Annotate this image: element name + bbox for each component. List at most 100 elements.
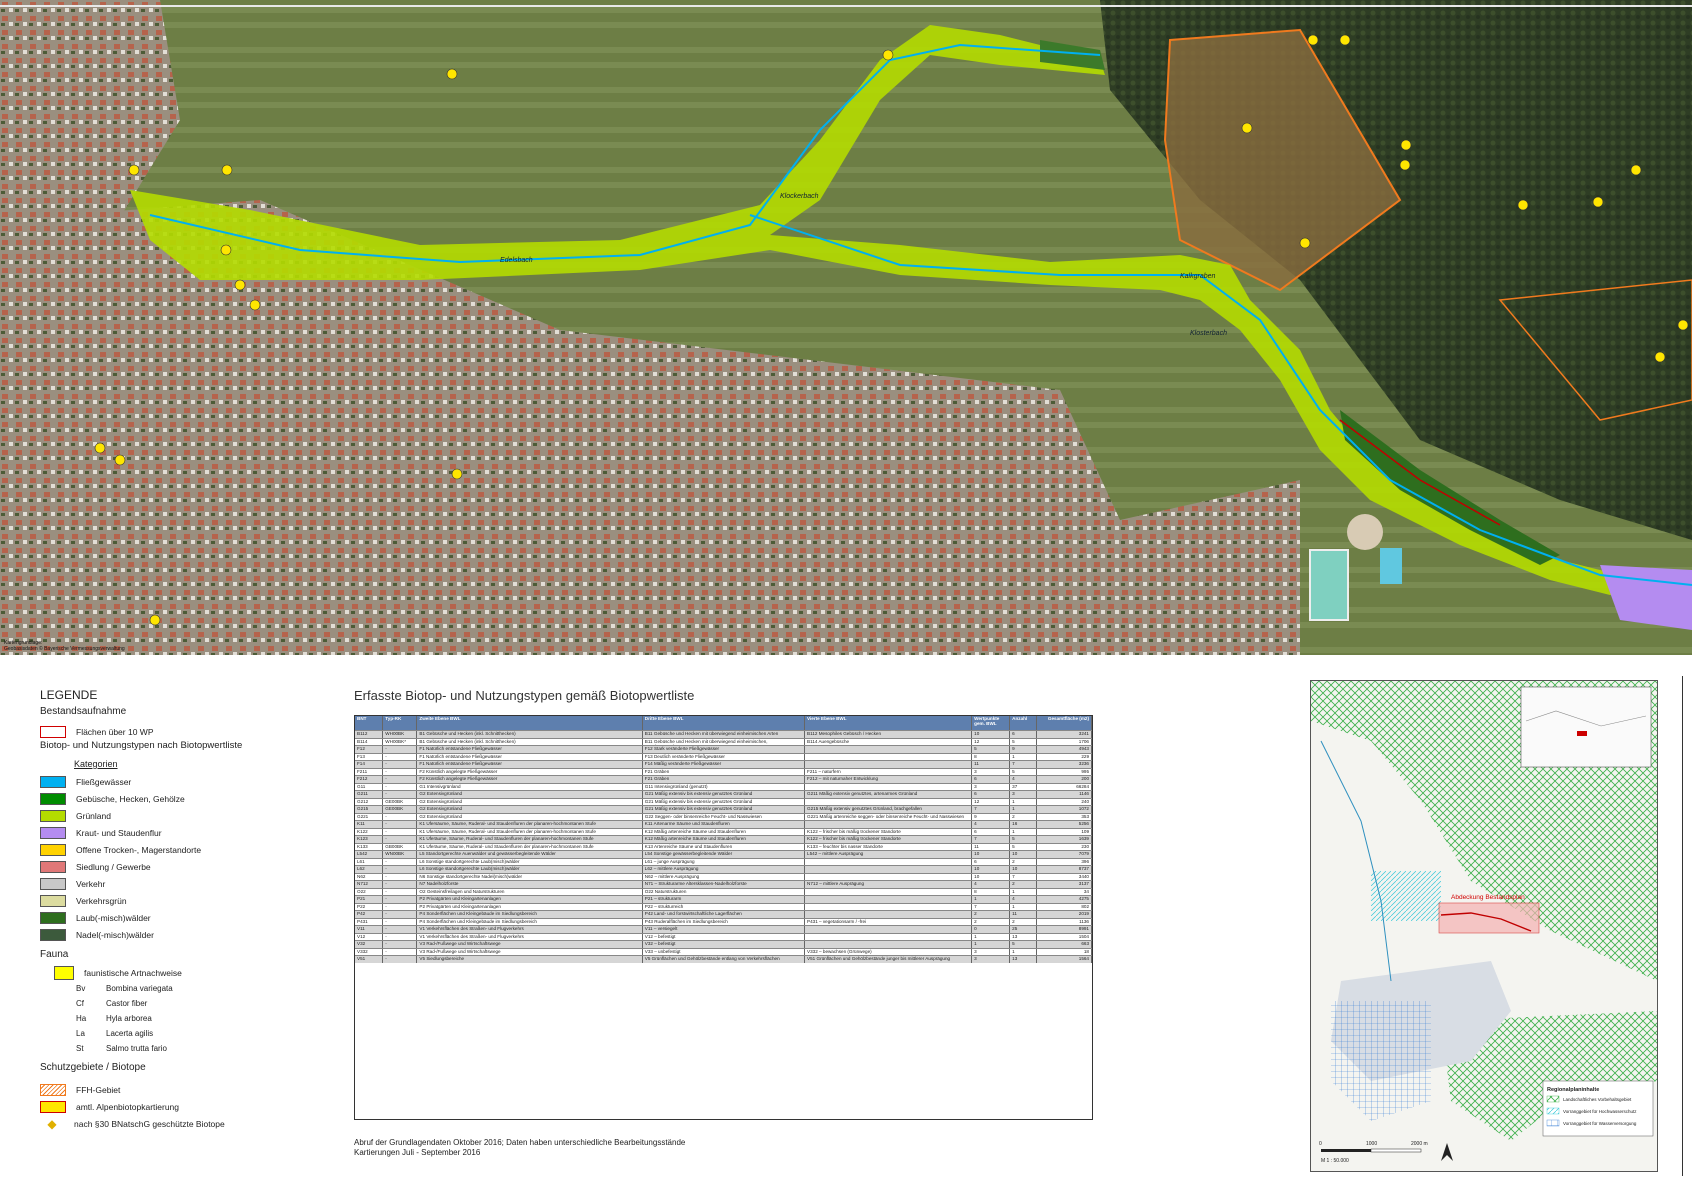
table-row: L62- L6 Sonstige standortgerechte Laub(mi… [355, 865, 1092, 873]
table-cell: B11 Gebüsche und Hecken mit überwiegend … [643, 731, 806, 738]
kategorien-heading: Kategorien [74, 759, 118, 769]
table-cell: P42 Land- und forstwirtschaftliche Lager… [643, 911, 806, 918]
table-row: P21- P2 Privatgärten und Kleingartenanlag… [355, 895, 1092, 903]
table-cell: 240 [1037, 798, 1092, 805]
table-cell: 5 [1010, 941, 1037, 948]
table-cell: G1 Intensivgrünland [417, 783, 643, 790]
table-cell [805, 911, 973, 918]
header-cell: Anzahl [1010, 716, 1037, 730]
table-cell: - [383, 956, 418, 963]
table-cell: K122 – frischer bis mäßig trockener Stan… [805, 828, 973, 835]
table-cell: P4 Sonderflächen und Kleingebäude im Sie… [417, 918, 643, 925]
coverage-label: Abdeckung Bestandsplan [1451, 894, 1525, 901]
biotop-heading: Biotop- und Nutzungstypen nach Biotopwer… [40, 740, 243, 751]
legend-item: Grünland [40, 807, 340, 824]
table-cell: V5 Grünflächen und Gehölzbestände entlan… [643, 956, 806, 963]
table-cell: WN00BK [383, 851, 418, 858]
table-cell: K11 [355, 821, 384, 828]
table-cell: N71 – Strukturarme Altersklassen-Nadelho… [643, 881, 806, 888]
species-item: Ha Hyla arborea [76, 1014, 152, 1023]
table-cell: 3137 [1037, 881, 1092, 888]
header-cell: Wertpunkte gem. BWL [972, 716, 1011, 730]
table-cell: 7 [972, 806, 1011, 813]
header-cell: Typ-RK [383, 716, 418, 730]
table-cell: P22 – strukturreich [643, 903, 806, 910]
table-cell: B112 [355, 731, 384, 738]
aerial-map[interactable]: Edelsbach Klockerbach Kalkgraben Kloster… [0, 0, 1692, 655]
table-cell: 3 [972, 768, 1011, 775]
table-cell: G2 Extensivgrünland [417, 798, 643, 805]
table-cell: L54 Sonstige gewässerbegleitende Wälder [643, 851, 806, 858]
table-cell: - [383, 866, 418, 873]
table-cell: 2 [972, 911, 1011, 918]
table-cell: F21 Gräben [643, 768, 806, 775]
inset-legend-item: Vorranggebiet für Wasserversorgung [1563, 1121, 1637, 1126]
table-cell: F12 [355, 746, 384, 753]
table-cell: - [383, 836, 418, 843]
table-cell: L61 – junge Ausprägung [643, 858, 806, 865]
table-cell: P4 Sonderflächen und Kleingebäude im Sie… [417, 911, 643, 918]
table-cell: 1 [1010, 798, 1037, 805]
table-cell: 1639 [1037, 836, 1092, 843]
table-cell: 1 [1010, 828, 1037, 835]
table-cell: - [383, 768, 418, 775]
table-cell: 2 [1010, 813, 1037, 820]
table-row: F212- F2 Künstlich angelegte Fließgewässe… [355, 775, 1092, 783]
table-cell: - [383, 941, 418, 948]
table-cell: 9 [1010, 746, 1037, 753]
table-cell [805, 746, 973, 753]
table-cell: 7079 [1037, 851, 1092, 858]
table-cell: P2 Privatgärten und Kleingartenanlagen [417, 896, 643, 903]
map-credit: Kartengrundlage: Geobasisdaten © Bayeris… [4, 640, 125, 652]
table-row: V12- V1 Verkehrsflächen des Straßen- und … [355, 932, 1092, 940]
table-cell: K1 Ufersäume, Säume, Ruderal- und Staude… [417, 821, 643, 828]
table-cell: K1 Ufersäume, Säume, Ruderal- und Staude… [417, 828, 643, 835]
hochwasserschutz-area [1371, 871, 1441, 921]
table-cell: F1 Natürlich entstandene Fließgewässer [417, 753, 643, 760]
table-cell: N712 [355, 881, 384, 888]
table-cell: V51 Grünflächen und Gehölzbestände junge… [805, 956, 973, 963]
table-cell: B1 Gebüsche und Hecken (inkl. Schnitthec… [417, 738, 643, 745]
legend-item: Verkehrsgrün [40, 892, 340, 909]
table-cell: P21 [355, 896, 384, 903]
table-cell: 6 [972, 776, 1011, 783]
table-cell: 4275 [1037, 896, 1092, 903]
table-cell: G221 [355, 813, 384, 820]
table-cell: 11 [1010, 911, 1037, 918]
table-cell: 1 [972, 941, 1011, 948]
table-cell: F211 – naturfern [805, 768, 973, 775]
swatch [40, 809, 66, 822]
swatch [40, 826, 66, 839]
map-top-border [0, 5, 1692, 7]
swatch [40, 894, 66, 907]
frame-edge [1682, 676, 1691, 1176]
table-cell: V3 Rad-/Fußwege und Wirtschaftswege [417, 941, 643, 948]
stream-label: Kalkgraben [1180, 273, 1216, 280]
table-cell: 37 [1010, 783, 1037, 790]
table-cell: 4 [972, 821, 1011, 828]
table-cell: 5 [1010, 768, 1037, 775]
table-cell: L61 [355, 858, 384, 865]
table-header: BNT Typ-RK Zweite Ebene BWL Dritte Ebene… [355, 716, 1092, 730]
table-cell: L5 Standortgerechte Auenwälder und gewäs… [417, 851, 643, 858]
table-cell: GB00BK [383, 843, 418, 850]
map-canvas: Edelsbach Klockerbach Kalkgraben Kloster… [0, 0, 1692, 655]
table-cell: F1 Natürlich entstandene Fließgewässer [417, 761, 643, 768]
table-row: B112 WH00BK B1 Gebüsche und Hecken (inkl. … [355, 730, 1092, 738]
table-cell: F212 – mit naturnaher Entwicklung [805, 776, 973, 783]
table-cell: 6 [972, 828, 1011, 835]
legend-item: Fließgewässer [40, 773, 340, 790]
table-cell: 8 [972, 753, 1011, 760]
table-row: F211- F2 Künstlich angelegte Fließgewässe… [355, 767, 1092, 775]
table-row: V332- V3 Rad-/Fußwege und Wirtschaftswege… [355, 947, 1092, 955]
table-cell: 1 [1010, 753, 1037, 760]
inset-map[interactable]: Abdeckung Bestandsplan Regionalplaninhal… [1310, 680, 1658, 1172]
table-cell [805, 888, 973, 895]
table-cell: N6 Sonstige standortgerechte Nadel(misch… [417, 873, 643, 880]
table-cell: 3 [1010, 791, 1037, 798]
table-cell: G11 Intensivgrünland (genutzt) [643, 783, 806, 790]
table-cell: V5 Siedlungsbereiche [417, 956, 643, 963]
table-cell: 8 [972, 888, 1011, 895]
scale-tick: 2000 m [1411, 1141, 1428, 1147]
legend-item: Gebüsche, Hecken, Gehölze [40, 790, 340, 807]
